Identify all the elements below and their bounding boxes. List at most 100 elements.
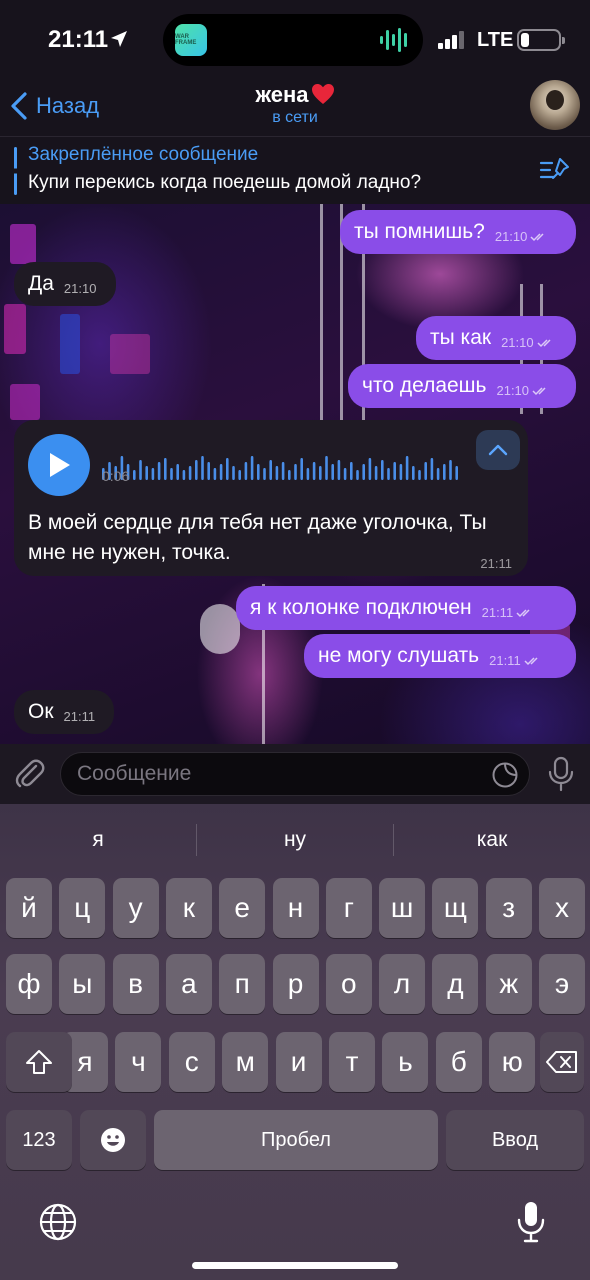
voice-duration: 0:06 bbox=[102, 468, 130, 484]
message-text: не могу слушать bbox=[318, 644, 480, 667]
message-time: 21:10 bbox=[496, 382, 530, 398]
suggestion[interactable]: ну bbox=[197, 820, 393, 860]
message-incoming[interactable]: Ок 21:11 bbox=[14, 690, 114, 734]
suggestion[interactable]: я bbox=[0, 820, 196, 860]
contact-name: жена bbox=[255, 82, 309, 107]
message-input[interactable] bbox=[77, 753, 477, 795]
key[interactable]: г bbox=[325, 878, 372, 938]
waveform-bar bbox=[145, 466, 148, 480]
waveform-bar bbox=[164, 458, 167, 480]
battery-icon bbox=[517, 29, 565, 51]
key[interactable]: э bbox=[539, 954, 585, 1014]
key[interactable]: п bbox=[219, 954, 266, 1014]
chevron-up-icon bbox=[488, 444, 508, 456]
waveform-bar bbox=[151, 468, 155, 480]
message-outgoing[interactable]: ты помнишь? 21:10 bbox=[340, 210, 576, 254]
key[interactable]: у bbox=[112, 878, 159, 938]
chat-area[interactable]: ты помнишь? 21:10 Да 21:10 ты как 21:10 … bbox=[0, 204, 590, 744]
waveform-bar bbox=[374, 466, 378, 480]
dynamic-island[interactable]: WAR FRAME bbox=[163, 14, 423, 66]
key[interactable]: в bbox=[112, 954, 159, 1014]
transcript-toggle-button[interactable] bbox=[476, 430, 520, 470]
return-key[interactable]: Ввод bbox=[446, 1110, 584, 1170]
waveform-bar bbox=[244, 462, 248, 480]
shift-key[interactable] bbox=[6, 1032, 72, 1092]
key[interactable]: ф bbox=[6, 954, 52, 1014]
dictation-icon[interactable] bbox=[515, 1200, 547, 1244]
key[interactable]: ю bbox=[489, 1032, 536, 1092]
message-outgoing[interactable]: не могу слушать 21:11 bbox=[304, 634, 576, 678]
numbers-key[interactable]: 123 bbox=[6, 1110, 72, 1170]
message-time: 21:11 bbox=[489, 652, 521, 668]
waveform-bar bbox=[238, 470, 241, 480]
key[interactable]: е bbox=[219, 878, 266, 938]
message-field[interactable] bbox=[60, 752, 530, 796]
sticker-icon[interactable] bbox=[491, 761, 519, 789]
key[interactable]: с bbox=[168, 1032, 215, 1092]
shift-icon bbox=[26, 1050, 52, 1074]
message-outgoing[interactable]: ты как 21:10 bbox=[416, 316, 576, 360]
waveform-bar bbox=[368, 458, 372, 480]
key[interactable]: т bbox=[329, 1032, 375, 1092]
waveform-bar bbox=[455, 466, 458, 480]
wallpaper-glitch bbox=[4, 304, 26, 354]
key[interactable]: м bbox=[222, 1032, 269, 1092]
chat-header: Назад жена в сети bbox=[0, 80, 590, 136]
key[interactable]: р bbox=[272, 954, 319, 1014]
chat-title[interactable]: жена bbox=[0, 82, 590, 108]
key[interactable]: ш bbox=[379, 878, 426, 938]
key[interactable]: и bbox=[275, 1032, 322, 1092]
pinned-list-icon[interactable] bbox=[538, 155, 572, 185]
key[interactable]: ц bbox=[59, 878, 106, 938]
waveform-bar bbox=[418, 470, 421, 480]
globe-icon[interactable] bbox=[38, 1202, 78, 1242]
backspace-key[interactable] bbox=[540, 1032, 584, 1092]
waveform-bar bbox=[281, 462, 285, 480]
pinned-message[interactable]: Закреплённое сообщение Купи перекись ког… bbox=[0, 136, 590, 204]
waveform-bar bbox=[226, 458, 229, 480]
audio-wave-icon bbox=[380, 28, 407, 52]
space-key[interactable]: Пробел bbox=[154, 1110, 438, 1170]
message-text: я к колонке подключен bbox=[250, 596, 472, 619]
key[interactable]: ч bbox=[115, 1032, 162, 1092]
key[interactable]: ж bbox=[485, 954, 532, 1014]
voice-message[interactable]: 0:06 В моей сердце для тебя нет даже уго… bbox=[14, 420, 528, 576]
waveform-bar bbox=[381, 460, 384, 480]
waveform-bar bbox=[325, 456, 328, 480]
emoji-icon bbox=[101, 1128, 125, 1152]
key[interactable]: й bbox=[6, 878, 52, 938]
key[interactable]: н bbox=[272, 878, 319, 938]
key[interactable]: о bbox=[325, 954, 372, 1014]
avatar[interactable] bbox=[530, 80, 580, 130]
message-outgoing[interactable]: что делаешь 21:10 bbox=[348, 364, 576, 408]
key[interactable]: б bbox=[435, 1032, 482, 1092]
island-app-icon: WAR FRAME bbox=[175, 24, 207, 56]
message-incoming[interactable]: Да 21:10 bbox=[14, 262, 116, 306]
key[interactable]: ы bbox=[59, 954, 106, 1014]
message-text: Да bbox=[28, 272, 54, 295]
play-button[interactable] bbox=[28, 434, 90, 496]
paperclip-icon[interactable] bbox=[12, 756, 48, 792]
key[interactable]: ь bbox=[382, 1032, 429, 1092]
message-outgoing[interactable]: я к колонке подключен 21:11 bbox=[236, 586, 576, 630]
home-indicator[interactable] bbox=[192, 1262, 398, 1269]
key[interactable]: д bbox=[432, 954, 479, 1014]
key[interactable]: х bbox=[539, 878, 585, 938]
key[interactable]: щ bbox=[432, 878, 479, 938]
waveform-bar bbox=[232, 466, 235, 480]
waveform-bar bbox=[343, 468, 347, 480]
voice-waveform[interactable] bbox=[102, 444, 462, 484]
double-check-icon bbox=[532, 386, 546, 395]
waveform-bar bbox=[362, 464, 365, 480]
emoji-key[interactable] bbox=[80, 1110, 146, 1170]
wallpaper-glitch bbox=[110, 334, 150, 374]
message-time: 21:10 bbox=[501, 334, 534, 350]
suggestion[interactable]: как bbox=[394, 820, 590, 860]
microphone-icon[interactable] bbox=[546, 756, 576, 792]
key[interactable]: а bbox=[165, 954, 212, 1014]
key[interactable]: к bbox=[165, 878, 212, 938]
key[interactable]: л bbox=[379, 954, 426, 1014]
key[interactable]: з bbox=[485, 878, 532, 938]
waveform-bar bbox=[387, 468, 390, 480]
waveform-bar bbox=[176, 464, 179, 480]
